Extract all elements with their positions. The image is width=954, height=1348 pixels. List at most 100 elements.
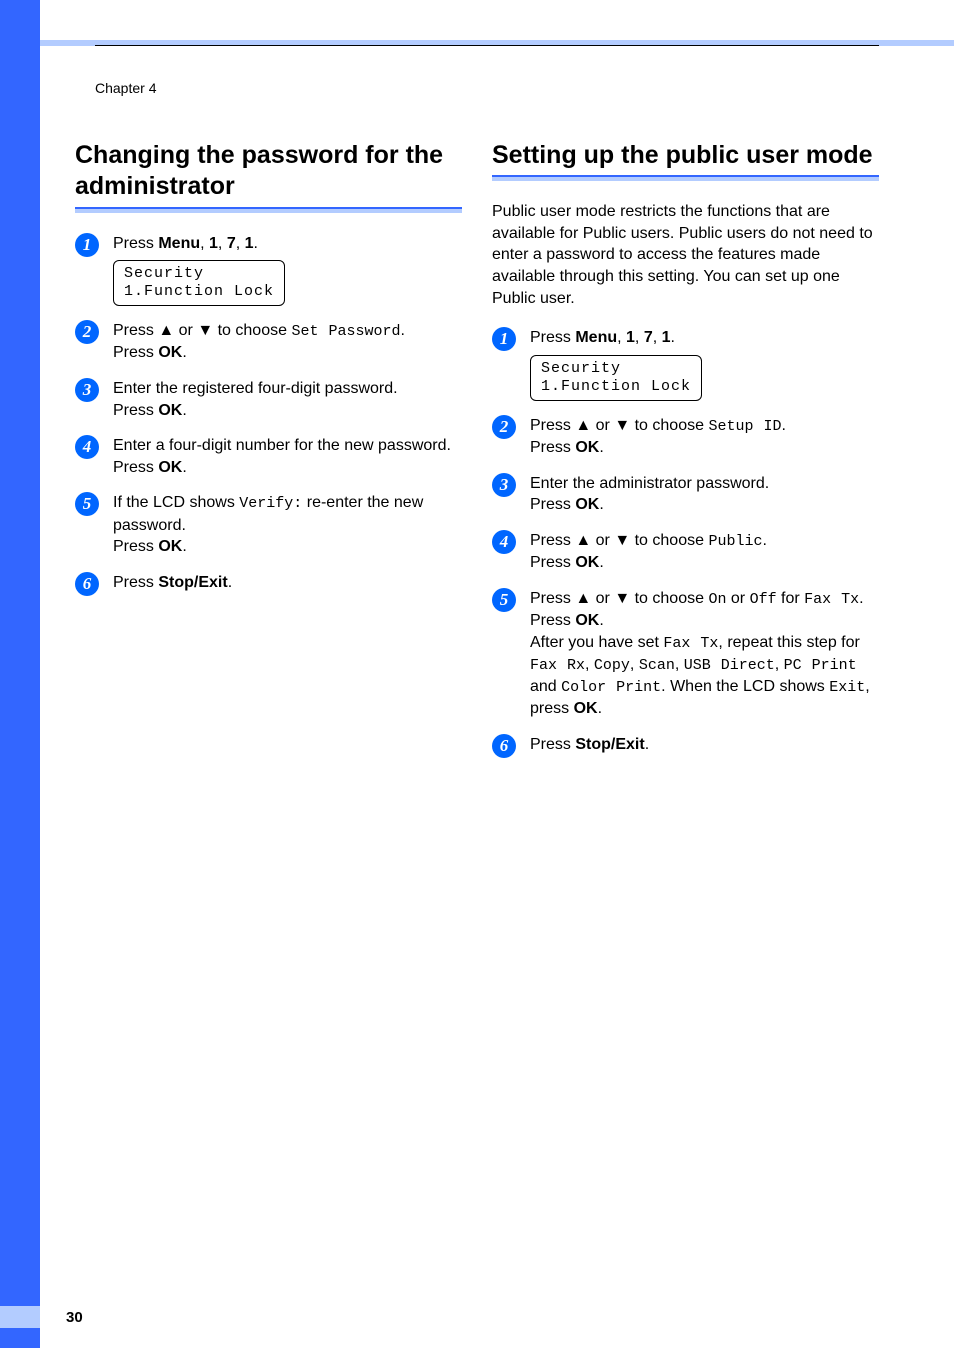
ok-key: OK <box>158 344 182 361</box>
key-1b: 1 <box>245 235 254 252</box>
left-column: Changing the password for the administra… <box>75 140 462 772</box>
text: . When the LCD shows <box>661 678 829 695</box>
down-arrow-icon: ▼ <box>614 417 630 434</box>
step-2: 2 Press ▲ or ▼ to choose Setup ID. Press… <box>492 415 879 459</box>
text: for <box>777 590 805 607</box>
code-text: Fax Tx <box>804 591 859 608</box>
text: . <box>598 700 602 717</box>
step-body: Enter the registered four-digit password… <box>113 378 462 421</box>
text: . <box>781 417 785 434</box>
text: , <box>617 329 626 346</box>
ok-key: OK <box>575 439 599 456</box>
text: Press <box>530 417 575 434</box>
text: . <box>228 574 232 591</box>
up-arrow-icon: ▲ <box>575 590 591 607</box>
text: Enter a four-digit number for the new pa… <box>113 435 462 457</box>
ok-key: OK <box>158 538 182 555</box>
step-badge-1: 1 <box>75 233 99 257</box>
text: , <box>218 235 227 252</box>
text: to choose <box>630 417 708 434</box>
ok-key: OK <box>158 459 182 476</box>
text: , <box>775 656 784 673</box>
code-text: Fax Tx <box>663 635 718 652</box>
down-arrow-icon: ▼ <box>614 532 630 549</box>
code-text: Exit <box>829 679 865 696</box>
lcd-line1: Security <box>541 360 621 377</box>
ok-key: OK <box>158 402 182 419</box>
text: or <box>591 417 614 434</box>
lcd-display: Security 1.Function Lock <box>113 260 285 306</box>
ok-key: OK <box>574 700 598 717</box>
text: . <box>671 329 675 346</box>
text: Press <box>530 736 575 753</box>
text: . <box>645 736 649 753</box>
code-text: USB Direct <box>684 657 775 674</box>
step-body: Press Stop/Exit. <box>113 572 462 594</box>
text: , <box>635 329 644 346</box>
text: Press <box>530 590 575 607</box>
text: to choose <box>630 590 708 607</box>
page-number-bar <box>0 1306 40 1328</box>
code-text: Verify: <box>239 495 302 512</box>
page-content: Changing the password for the administra… <box>75 140 879 772</box>
code-text: PC Print <box>784 657 857 674</box>
heading-rule <box>492 175 879 181</box>
text: . <box>182 402 186 419</box>
text: Press <box>530 532 575 549</box>
step-badge-4: 4 <box>75 435 99 459</box>
step-badge-4: 4 <box>492 530 516 554</box>
code-text: Copy <box>594 657 630 674</box>
text: . <box>599 612 603 629</box>
step-badge-1: 1 <box>492 327 516 351</box>
text: to choose <box>630 532 708 549</box>
text: , <box>585 656 594 673</box>
text: to choose <box>213 322 291 339</box>
text: . <box>599 554 603 571</box>
up-arrow-icon: ▲ <box>158 322 174 339</box>
text: Press <box>113 538 158 555</box>
up-arrow-icon: ▲ <box>575 417 591 434</box>
left-heading: Changing the password for the administra… <box>75 140 462 203</box>
text: . <box>182 538 186 555</box>
top-black-line <box>95 45 879 46</box>
step-4: 4 Enter a four-digit number for the new … <box>75 435 462 478</box>
right-heading: Setting up the public user mode <box>492 140 879 171</box>
text: . <box>599 439 603 456</box>
step-5: 5 Press ▲ or ▼ to choose On or Off for F… <box>492 588 879 720</box>
text: Enter the administrator password. <box>530 473 879 495</box>
heading-rule <box>75 207 462 213</box>
text: Press <box>113 235 158 252</box>
code-text: Fax Rx <box>530 657 585 674</box>
code-text: On <box>708 591 726 608</box>
text: Press <box>113 322 158 339</box>
text: and <box>530 678 561 695</box>
key-1b: 1 <box>662 329 671 346</box>
step-1: 1 Press Menu, 1, 7, 1. Security 1.Functi… <box>492 327 879 401</box>
ok-key: OK <box>575 554 599 571</box>
step-6: 6 Press Stop/Exit. <box>75 572 462 596</box>
key-1: 1 <box>626 329 635 346</box>
step-body: Press Menu, 1, 7, 1. Security 1.Function… <box>113 233 462 307</box>
side-tab <box>0 0 40 1348</box>
step-badge-6: 6 <box>75 572 99 596</box>
text: Press <box>113 402 158 419</box>
step-body: Press Stop/Exit. <box>530 734 879 756</box>
key-1: 1 <box>209 235 218 252</box>
menu-key: Menu <box>575 329 617 346</box>
code-text: Setup ID <box>708 418 781 435</box>
step-body: Enter a four-digit number for the new pa… <box>113 435 462 478</box>
step-2: 2 Press ▲ or ▼ to choose Set Password. P… <box>75 320 462 364</box>
page-footer: 30 <box>0 1306 83 1328</box>
page-number: 30 <box>66 1309 83 1326</box>
lcd-line2: 1.Function Lock <box>541 378 691 395</box>
intro-paragraph: Public user mode restricts the functions… <box>492 201 879 309</box>
step-4: 4 Press ▲ or ▼ to choose Public. Press O… <box>492 530 879 574</box>
code-text: Color Print <box>561 679 661 696</box>
text: . <box>762 532 766 549</box>
step-badge-5: 5 <box>75 492 99 516</box>
code-text: Public <box>708 533 762 550</box>
step-body: Press ▲ or ▼ to choose On or Off for Fax… <box>530 588 879 720</box>
text: . <box>859 590 863 607</box>
text: Press <box>530 439 575 456</box>
text: Press <box>113 574 158 591</box>
